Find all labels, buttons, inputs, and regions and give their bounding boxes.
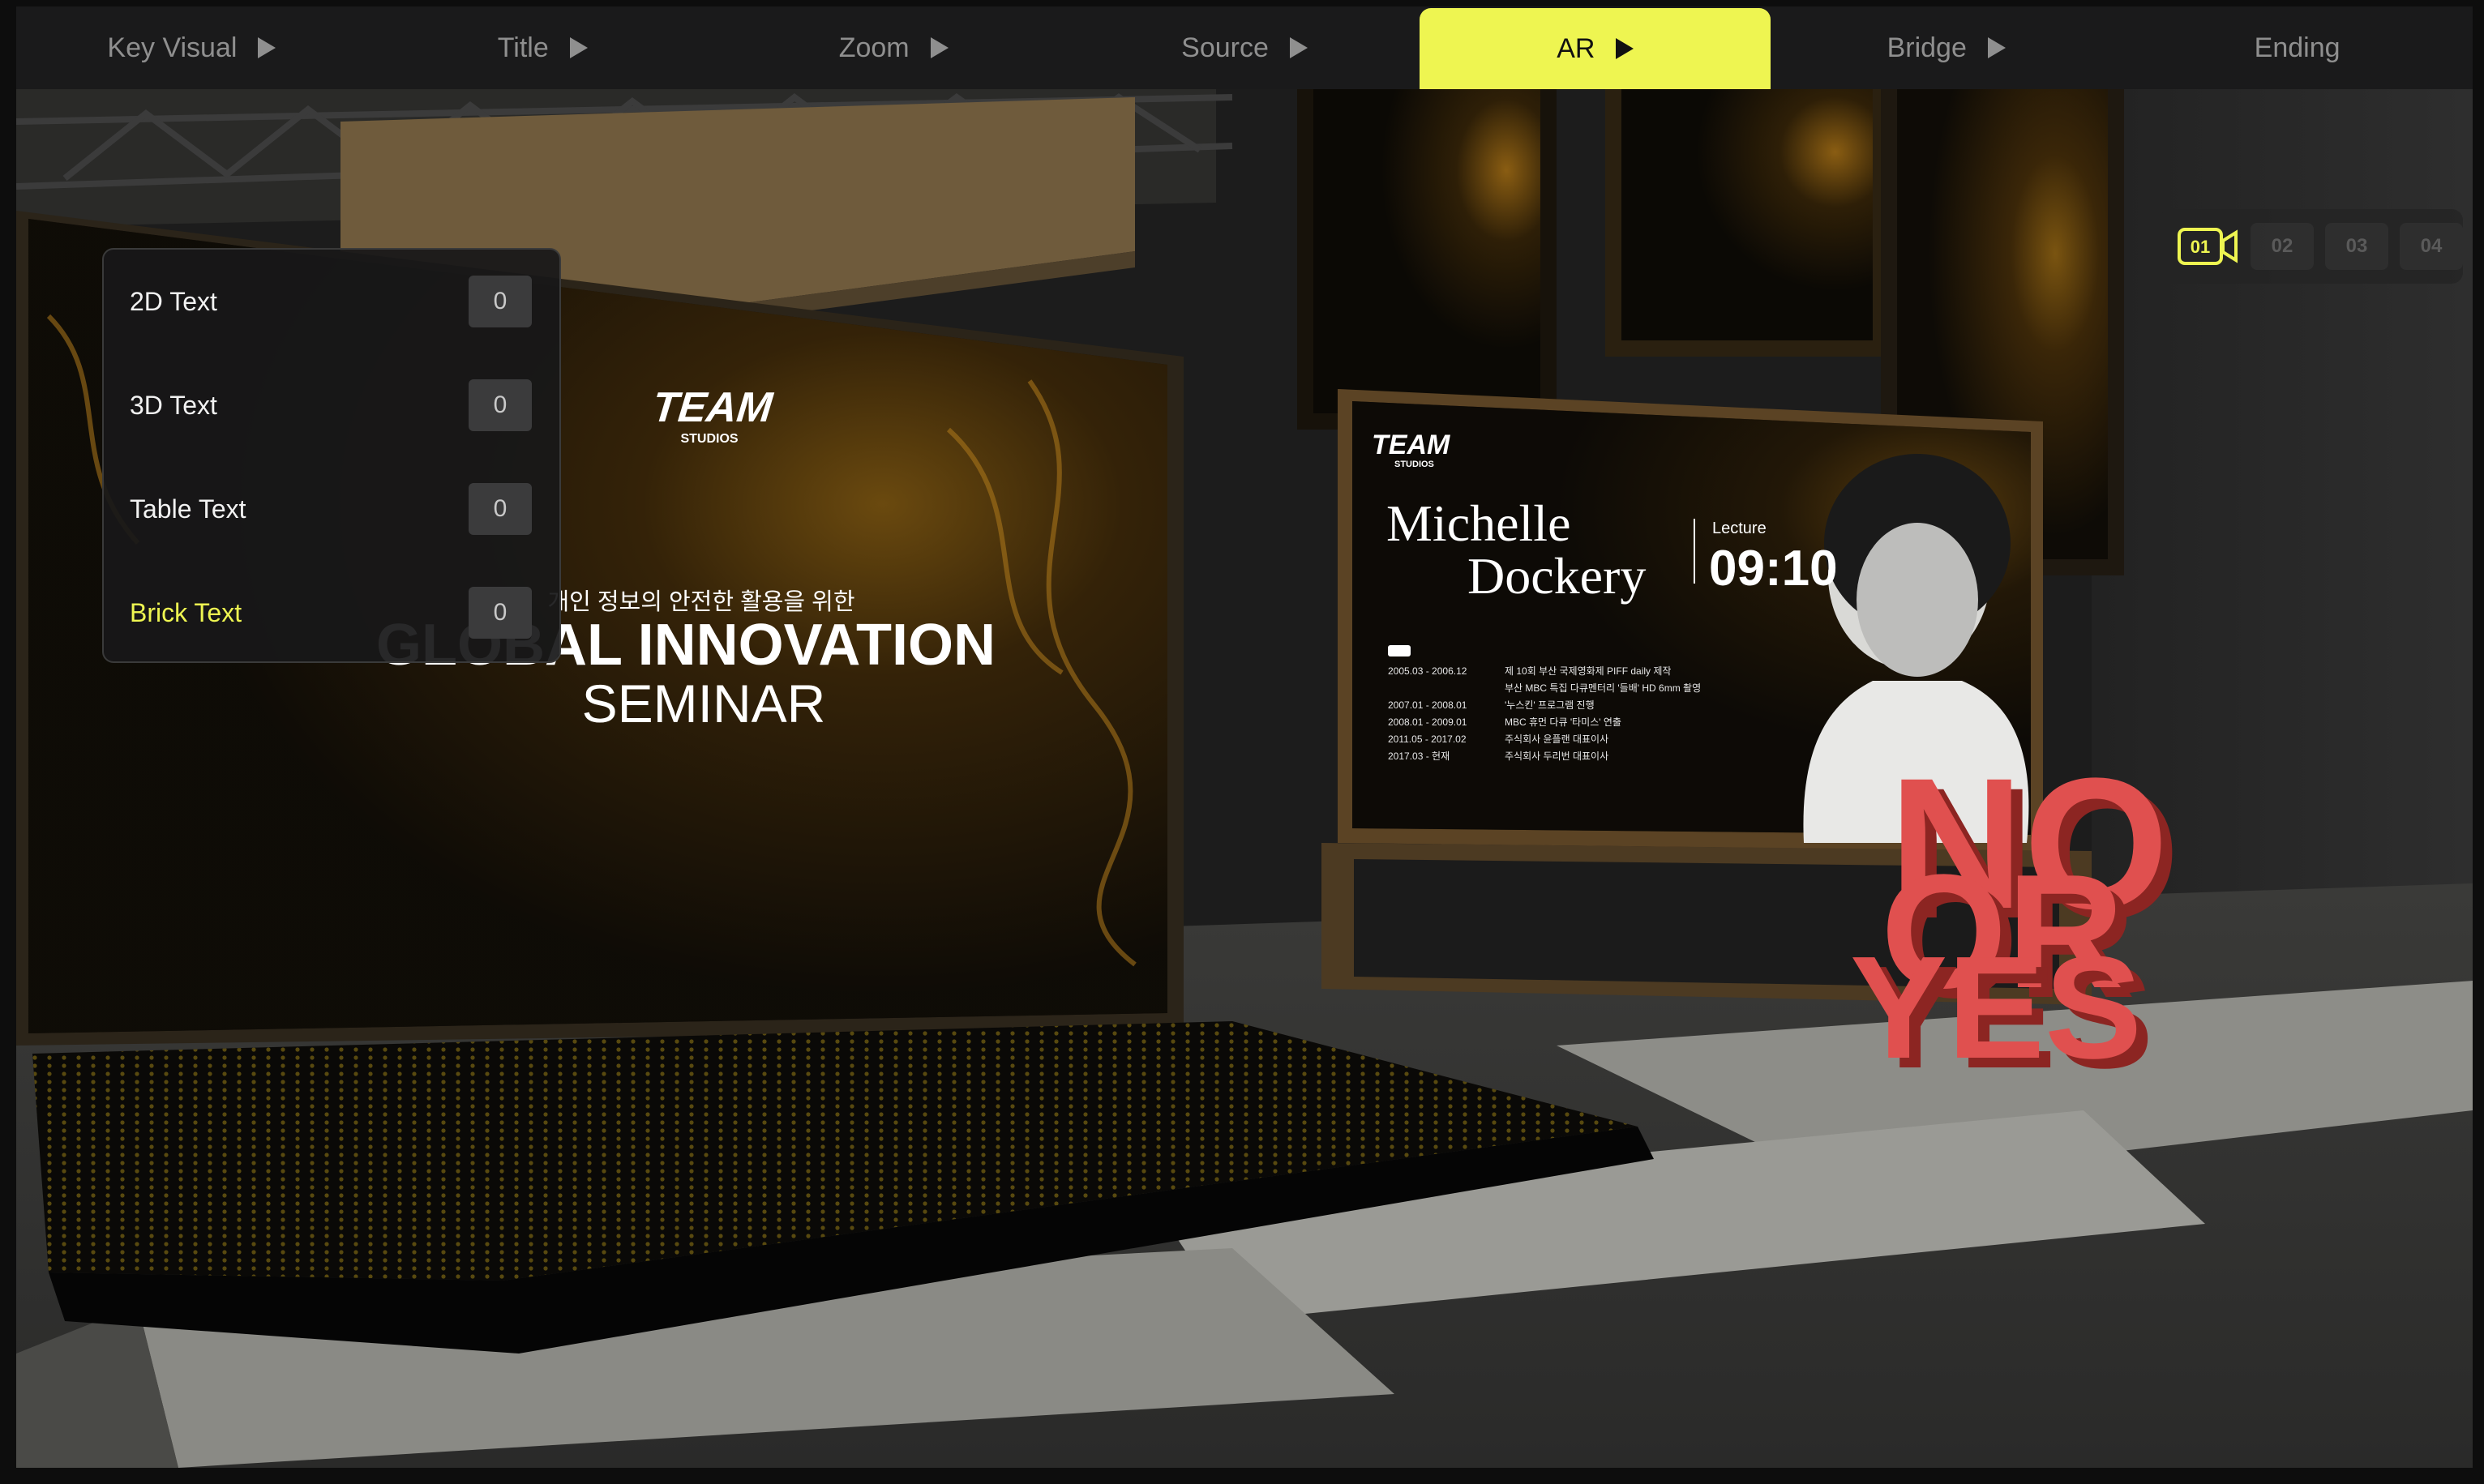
tab-label: Zoom <box>838 32 910 63</box>
text-layer-count-field[interactable]: 0 <box>469 483 532 535</box>
career-date: 2011.05 - 2017.02 <box>1388 733 1467 745</box>
text-layer-row-3d-text[interactable]: 3D Text 0 <box>130 374 532 436</box>
tab-zoom[interactable]: Zoom <box>718 6 1069 89</box>
speaker-first-name: Michelle <box>1386 494 1570 552</box>
camera-03-button[interactable]: 03 <box>2325 223 2388 270</box>
left-team-logo: TEAM <box>650 384 776 431</box>
career-description: 제 10회 부산 국제영화제 PIFF daily 제작 <box>1505 665 1671 677</box>
tab-label: Ending <box>2254 32 2341 63</box>
tab-ar[interactable]: AR <box>1420 8 1771 89</box>
tab-label: Bridge <box>1887 32 1967 63</box>
svg-text:01: 01 <box>2191 237 2210 257</box>
left-team-logo-sub: STUDIOS <box>680 432 738 446</box>
career-description: 부산 MBC 특집 다큐멘터리 '들배' HD 6mm 촬영 <box>1505 682 1701 694</box>
play-icon[interactable] <box>1616 38 1634 59</box>
tab-label: AR <box>1557 32 1595 64</box>
text-layer-row-2d-text[interactable]: 2D Text 0 <box>130 271 532 332</box>
career-date: 2017.03 - 현재 <box>1388 751 1450 762</box>
text-layer-count-field[interactable]: 0 <box>469 587 532 639</box>
video-camera-icon: 01 <box>2178 228 2238 265</box>
play-icon[interactable] <box>569 37 588 58</box>
speaker-last-name: Dockery <box>1467 547 1646 605</box>
camera-selector: 01 02 03 04 <box>2160 209 2463 284</box>
career-description: 주식회사 두리번 대표이사 <box>1505 751 1608 762</box>
text-layer-row-brick-text[interactable]: Brick Text 0 <box>130 582 532 644</box>
text-layer-label: 3D Text <box>130 390 217 420</box>
text-layer-panel: 2D Text 0 3D Text 0 Table Text 0 Brick Text 0 <box>102 248 561 663</box>
camera-02-button[interactable]: 02 <box>2251 223 2314 270</box>
career-description: '누스킨' 프로그램 진행 <box>1505 699 1595 711</box>
play-icon[interactable] <box>258 37 276 58</box>
career-date: 2008.01 - 2009.01 <box>1388 716 1467 728</box>
text-layer-count-field[interactable]: 0 <box>469 379 532 431</box>
career-date: 2007.01 - 2008.01 <box>1388 699 1467 711</box>
tab-label: Source <box>1181 32 1269 63</box>
right-team-logo-sub: STUDIOS <box>1394 460 1434 469</box>
tab-label: Title <box>497 32 549 63</box>
tab-title[interactable]: Title <box>367 6 718 89</box>
seminar-subtitle: SEMINAR <box>582 674 826 733</box>
text-layer-count-field[interactable]: 0 <box>469 276 532 327</box>
text-layer-label: Brick Text <box>130 597 242 627</box>
right-team-logo: TEAM <box>1372 430 1450 460</box>
left-korean-line: 개인 정보의 안전한 활용을 위한 <box>547 588 854 615</box>
play-icon[interactable] <box>930 37 949 58</box>
lecture-time: 09:10 <box>1709 541 1838 597</box>
3d-viewport[interactable]: NO NO OR OR YES YES TEAM STUDIOS 개인 정보의 … <box>16 89 2473 1468</box>
text-layer-label: 2D Text <box>130 286 217 316</box>
tab-ending[interactable]: Ending <box>2122 6 2473 89</box>
tab-source[interactable]: Source <box>1069 6 1420 89</box>
ar-text-yes: YES <box>1850 926 2142 1089</box>
career-date: 2005.03 - 2006.12 <box>1388 665 1467 677</box>
scene-tab-bar: Key Visual Title Zoom Source AR Bridge Ending <box>16 6 2473 89</box>
camera-01-button[interactable]: 01 <box>2176 223 2239 270</box>
tab-label: Key Visual <box>107 32 238 63</box>
camera-04-button[interactable]: 04 <box>2400 223 2463 270</box>
tab-bridge[interactable]: Bridge <box>1771 6 2122 89</box>
play-icon[interactable] <box>1289 37 1308 58</box>
lecture-label: Lecture <box>1712 520 1767 537</box>
career-description: MBC 휴먼 다큐 '타미스' 연출 <box>1505 716 1621 728</box>
play-icon[interactable] <box>1987 37 2006 58</box>
text-layer-row-table-text[interactable]: Table Text 0 <box>130 478 532 540</box>
text-layer-label: Table Text <box>130 494 246 524</box>
tab-key-visual[interactable]: Key Visual <box>16 6 367 89</box>
career-description: 주식회사 윤플랜 대표이사 <box>1505 733 1608 745</box>
